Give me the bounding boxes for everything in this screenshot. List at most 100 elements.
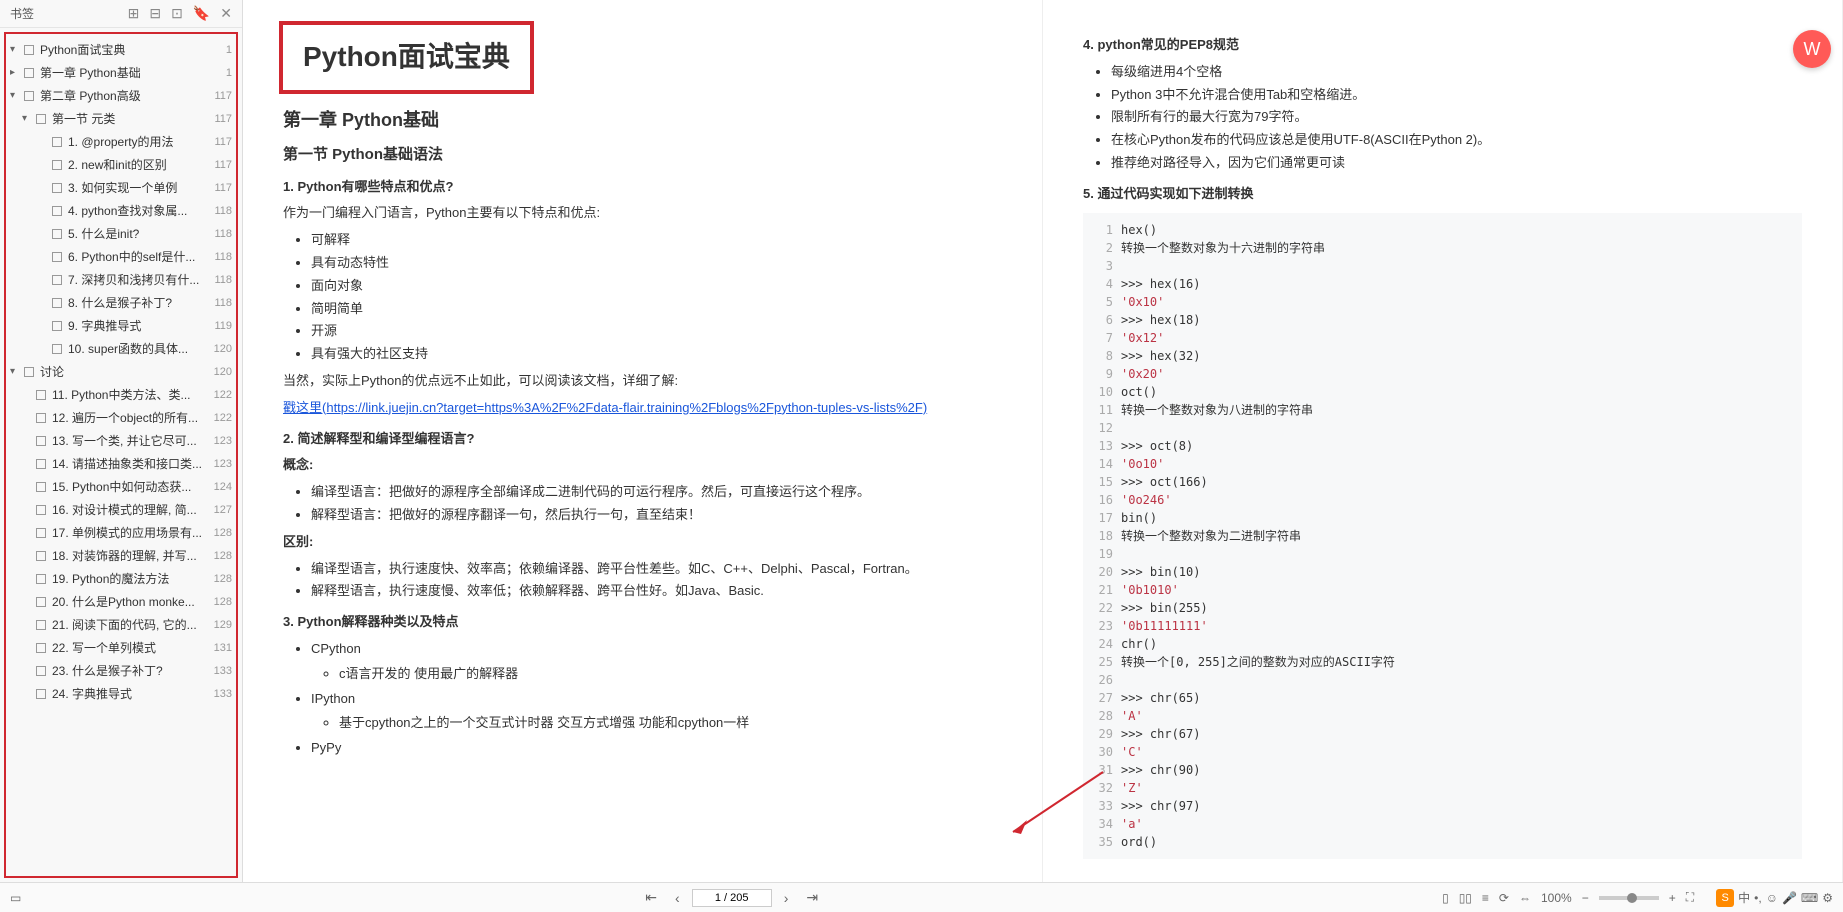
bookmark-item[interactable]: ▾讨论120 bbox=[6, 360, 236, 383]
bookmark-item[interactable]: ▾第一节 元类117 bbox=[6, 107, 236, 130]
q3-item: PyPy bbox=[311, 738, 1002, 759]
list-item: 面向对象 bbox=[311, 276, 1002, 297]
q3-heading: 3. Python解释器种类以及特点 bbox=[283, 612, 1002, 633]
q1-more: 当然，实际上Python的优点远不止如此，可以阅读该文档，详细了解: bbox=[283, 371, 1002, 392]
bookmark-item[interactable]: 18. 对装饰器的理解, 并写...128 bbox=[6, 544, 236, 567]
code-block: 1hex()2转换一个整数对象为十六进制的字符串34>>> hex(16)5'0… bbox=[1083, 213, 1802, 859]
prev-page-button[interactable]: ‹ bbox=[669, 888, 686, 908]
bookmark-item[interactable]: 24. 字典推导式133 bbox=[6, 682, 236, 705]
bookmark-item[interactable]: 1. @property的用法117 bbox=[6, 130, 236, 153]
bookmarks-sidebar: 书签 ⊞ ⊟ ⊡ 🔖 ✕ ▾Python面试宝典1▸第一章 Python基础1▾… bbox=[0, 0, 243, 882]
bookmark-item[interactable]: 11. Python中类方法、类...122 bbox=[6, 383, 236, 406]
annotation-arrow bbox=[993, 762, 1113, 842]
rotate-icon[interactable]: ⟳ bbox=[1499, 891, 1509, 905]
list-item: 可解释 bbox=[311, 230, 1002, 251]
q1-heading: 1. Python有哪些特点和优点? bbox=[283, 177, 1002, 198]
ime-keyboard-icon[interactable]: ⌨ bbox=[1801, 891, 1818, 905]
bookmark-item[interactable]: 17. 单例模式的应用场景有...128 bbox=[6, 521, 236, 544]
first-page-button[interactable]: ⇤ bbox=[639, 887, 663, 908]
bookmark-item[interactable]: 10. super函数的具体...120 bbox=[6, 337, 236, 360]
bookmark-item[interactable]: 7. 深拷贝和浅拷贝有什...118 bbox=[6, 268, 236, 291]
q4-heading: 4. python常见的PEP8规范 bbox=[1083, 35, 1802, 56]
ime-punct-icon[interactable]: •, bbox=[1754, 891, 1762, 905]
bookmark-item[interactable]: ▾Python面试宝典1 bbox=[6, 38, 236, 61]
close-sidebar-icon[interactable]: ✕ bbox=[220, 5, 232, 22]
q2-diff-list: 编译型语言，执行速度快、效率高；依赖编译器、跨平台性差些。如C、C++、Delp… bbox=[283, 559, 1002, 603]
bookmark-item[interactable]: 16. 对设计模式的理解, 简...127 bbox=[6, 498, 236, 521]
list-item: 具有强大的社区支持 bbox=[311, 344, 1002, 365]
q3-sub: 基于cpython之上的一个交互式计时器 交互方式增强 功能和cpython一样 bbox=[339, 713, 1002, 734]
q2-concept-list: 编译型语言：把做好的源程序全部编译成二进制代码的可运行程序。然后，可直接运行这个… bbox=[283, 482, 1002, 526]
bookmark-item[interactable]: 12. 遍历一个object的所有...122 bbox=[6, 406, 236, 429]
expand-icon[interactable]: ⊡ bbox=[171, 5, 183, 22]
bookmark-icon[interactable]: 🔖 bbox=[193, 5, 210, 22]
q1-list: 可解释具有动态特性面向对象简明简单开源具有强大的社区支持 bbox=[283, 230, 1002, 365]
ime-lang-icon[interactable]: 中 bbox=[1738, 889, 1750, 906]
sidebar-title: 书签 bbox=[10, 5, 128, 22]
chapter-heading: 第一章 Python基础 bbox=[283, 106, 1002, 135]
q1-link[interactable]: 戳这里 bbox=[283, 400, 322, 415]
bookmark-item[interactable]: 20. 什么是Python monke...128 bbox=[6, 590, 236, 613]
wps-fab-button[interactable]: W bbox=[1793, 30, 1831, 68]
collapse-icon[interactable]: ⊟ bbox=[149, 5, 161, 22]
list-item: 在核心Python发布的代码应该总是使用UTF-8(ASCII在Python 2… bbox=[1111, 130, 1802, 151]
list-item: 编译型语言：把做好的源程序全部编译成二进制代码的可运行程序。然后，可直接运行这个… bbox=[311, 482, 1002, 503]
fullscreen-icon[interactable]: ⛶ bbox=[1686, 890, 1694, 905]
ime-settings-icon[interactable]: ⚙ bbox=[1822, 891, 1833, 905]
q3-item: CPython bbox=[311, 639, 1002, 660]
list-item: 解释型语言：把做好的源程序翻译一句，然后执行一句，直至结束！ bbox=[311, 505, 1002, 526]
zoom-in-icon[interactable]: + bbox=[1669, 891, 1676, 905]
list-item: 限制所有行的最大行宽为79字符。 bbox=[1111, 107, 1802, 128]
view-continuous-icon[interactable]: ≡ bbox=[1482, 891, 1489, 905]
list-item: 每级缩进用4个空格 bbox=[1111, 62, 1802, 83]
bookmark-item[interactable]: 8. 什么是猴子补丁?118 bbox=[6, 291, 236, 314]
zoom-slider[interactable] bbox=[1599, 896, 1659, 900]
zoom-label[interactable]: 100% bbox=[1541, 891, 1572, 905]
q3-item: IPython bbox=[311, 689, 1002, 710]
list-item: 解释型语言，执行速度慢、效率低；依赖解释器、跨平台性好。如Java、Basic. bbox=[311, 581, 1002, 602]
q3-list: CPython c语言开发的 使用最广的解释器 IPython 基于cpytho… bbox=[283, 639, 1002, 759]
add-bookmark-icon[interactable]: ⊞ bbox=[128, 5, 140, 22]
bookmark-item[interactable]: 22. 写一个单列模式131 bbox=[6, 636, 236, 659]
bookmark-item[interactable]: 9. 字典推导式119 bbox=[6, 314, 236, 337]
sogou-ime-icon[interactable]: S bbox=[1716, 889, 1734, 907]
q2-diff-label: 区别: bbox=[283, 534, 313, 549]
fit-width-icon[interactable]: ⇔ bbox=[1519, 891, 1531, 905]
bookmark-item[interactable]: 19. Python的魔法方法128 bbox=[6, 567, 236, 590]
bookmark-item[interactable]: 13. 写一个类, 并让它尽可...123 bbox=[6, 429, 236, 452]
thumbnail-icon[interactable]: ▭ bbox=[10, 891, 21, 905]
list-item: 开源 bbox=[311, 321, 1002, 342]
q1-intro: 作为一门编程入门语言，Python主要有以下特点和优点: bbox=[283, 203, 1002, 224]
q3-sub: c语言开发的 使用最广的解释器 bbox=[339, 664, 1002, 685]
page-number-input[interactable] bbox=[692, 889, 772, 907]
view-single-icon[interactable]: ▯ bbox=[1442, 891, 1449, 905]
ime-emoji-icon[interactable]: ☺ bbox=[1766, 891, 1778, 905]
bookmark-item[interactable]: ▾第二章 Python高级117 bbox=[6, 84, 236, 107]
ime-voice-icon[interactable]: 🎤 bbox=[1782, 891, 1797, 905]
bookmark-item[interactable]: ▸第一章 Python基础1 bbox=[6, 61, 236, 84]
page-right: 4. python常见的PEP8规范 每级缩进用4个空格Python 3中不允许… bbox=[1043, 0, 1843, 882]
last-page-button[interactable]: ⇥ bbox=[800, 887, 824, 908]
document-viewport[interactable]: Python面试宝典 第一章 Python基础 第一节 Python基础语法 1… bbox=[243, 0, 1843, 882]
section-heading: 第一节 Python基础语法 bbox=[283, 143, 1002, 167]
list-item: Python 3中不允许混合使用Tab和空格缩进。 bbox=[1111, 85, 1802, 106]
view-double-icon[interactable]: ▯▯ bbox=[1459, 891, 1472, 905]
bookmark-item[interactable]: 3. 如何实现一个单例117 bbox=[6, 176, 236, 199]
q1-link-url[interactable]: (https://link.juejin.cn?target=https%3A%… bbox=[322, 400, 927, 415]
bookmark-item[interactable]: 6. Python中的self是什...118 bbox=[6, 245, 236, 268]
bookmark-item[interactable]: 21. 阅读下面的代码, 它的...129 bbox=[6, 613, 236, 636]
bookmark-tree[interactable]: ▾Python面试宝典1▸第一章 Python基础1▾第二章 Python高级1… bbox=[2, 30, 240, 880]
bookmark-item[interactable]: 23. 什么是猴子补丁?133 bbox=[6, 659, 236, 682]
bookmark-item[interactable]: 14. 请描述抽象类和接口类...123 bbox=[6, 452, 236, 475]
bookmark-item[interactable]: 5. 什么是init?118 bbox=[6, 222, 236, 245]
zoom-out-icon[interactable]: − bbox=[1582, 891, 1589, 905]
bookmark-item[interactable]: 2. new和init的区别117 bbox=[6, 153, 236, 176]
bookmark-item[interactable]: 4. python查找对象属...118 bbox=[6, 199, 236, 222]
list-item: 具有动态特性 bbox=[311, 253, 1002, 274]
q5-heading: 5. 通过代码实现如下进制转换 bbox=[1083, 184, 1802, 205]
q2-heading: 2. 简述解释型和编译型编程语言? bbox=[283, 429, 1002, 450]
q2-concept-label: 概念: bbox=[283, 457, 313, 472]
next-page-button[interactable]: › bbox=[778, 888, 795, 908]
bookmark-item[interactable]: 15. Python中如何动态获...124 bbox=[6, 475, 236, 498]
q4-list: 每级缩进用4个空格Python 3中不允许混合使用Tab和空格缩进。限制所有行的… bbox=[1083, 62, 1802, 174]
